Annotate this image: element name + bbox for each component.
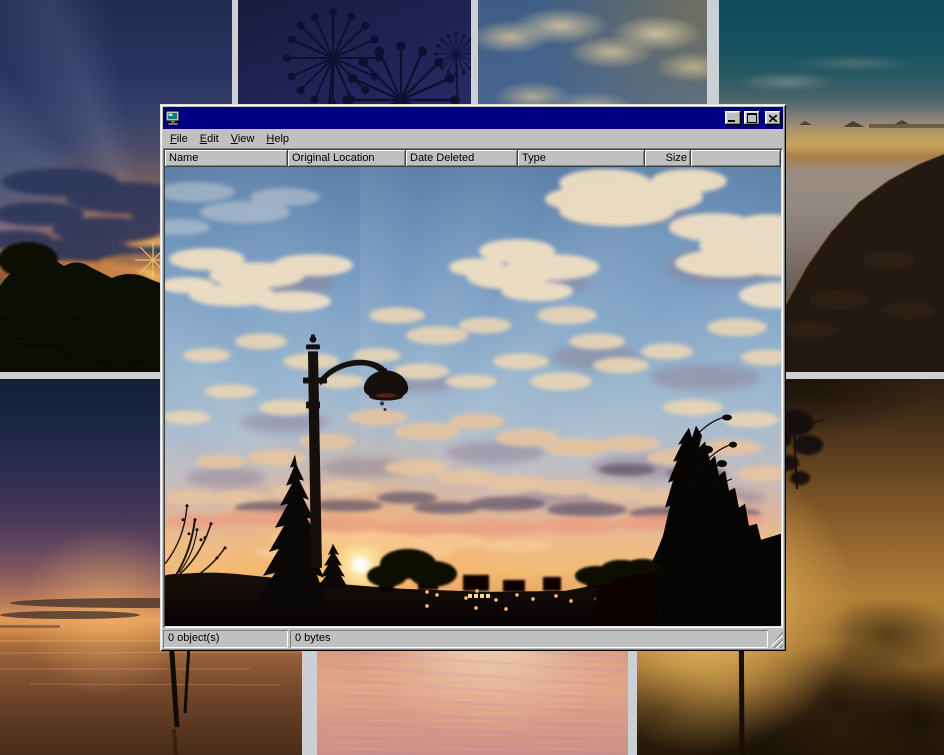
column-header-original-location[interactable]: Original Location [288, 150, 406, 167]
close-button[interactable] [765, 111, 781, 125]
menu-edit[interactable]: Edit [194, 131, 225, 147]
resize-grip[interactable] [770, 630, 783, 648]
column-header-type[interactable]: Type [518, 150, 645, 167]
column-header-date-deleted[interactable]: Date Deleted [406, 150, 518, 167]
recycle-bin-window: File Edit View Help Name Original Locati… [160, 104, 786, 651]
maximize-icon [747, 113, 757, 123]
desktop: File Edit View Help Name Original Locati… [0, 0, 944, 755]
list-view: Name Original Location Date Deleted Type… [163, 148, 783, 628]
column-header-name[interactable]: Name [165, 150, 288, 167]
menu-view[interactable]: View [225, 131, 261, 147]
window-icon [165, 110, 181, 126]
column-header-size[interactable]: Size [645, 150, 691, 167]
menu-bar: File Edit View Help [163, 129, 783, 148]
sunset-lamp-photo-art [165, 167, 781, 626]
menu-help[interactable]: Help [260, 131, 295, 147]
column-header-filler[interactable] [691, 150, 781, 167]
status-object-count: 0 object(s) [163, 630, 288, 648]
maximize-button[interactable] [744, 111, 760, 125]
column-header-row: Name Original Location Date Deleted Type… [165, 150, 781, 167]
menu-file[interactable]: File [164, 131, 194, 147]
title-bar[interactable] [163, 107, 783, 129]
minimize-icon [728, 120, 735, 122]
close-icon [769, 115, 777, 122]
status-bar: 0 object(s) 0 bytes [163, 630, 783, 648]
status-size: 0 bytes [290, 630, 768, 648]
minimize-button[interactable] [725, 111, 741, 125]
list-client-area-sunset-photo[interactable] [165, 167, 781, 626]
